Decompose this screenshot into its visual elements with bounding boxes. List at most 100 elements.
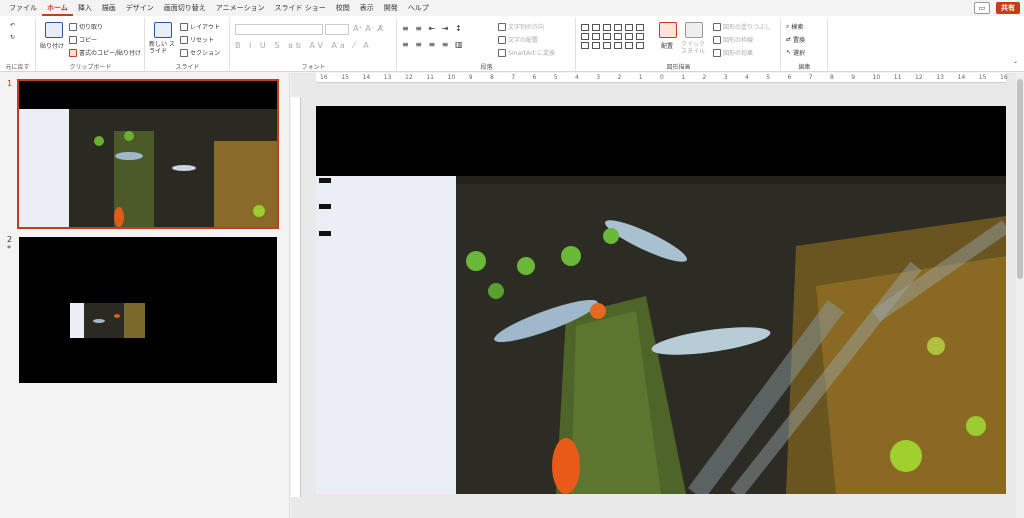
slide-thumbnail-2[interactable] — [19, 237, 277, 383]
paint-bucket-icon — [713, 22, 721, 31]
ruler-tick-label: 1 — [638, 74, 643, 81]
clipboard-group-label: クリップボード — [69, 64, 112, 71]
shape-item[interactable] — [625, 33, 633, 40]
undo-icon[interactable]: ↶ — [10, 22, 15, 29]
text-direction-button[interactable]: 文字列の方向 — [498, 22, 544, 31]
shape-item[interactable] — [625, 42, 633, 49]
ruler-tick-label: 4 — [575, 74, 579, 81]
copy-button[interactable]: コピー — [69, 35, 97, 44]
slide-star-marker: * — [7, 244, 11, 253]
menu-tab[interactable]: デザイン — [121, 0, 159, 16]
slide-thumbnail-1[interactable] — [17, 79, 279, 229]
grow-font-icon[interactable]: A⁺ A⁻ A̸ — [353, 24, 383, 33]
vertical-scrollbar[interactable] — [1016, 73, 1024, 518]
replace-button[interactable]: ⇄ 置換 — [786, 35, 805, 44]
collapse-ribbon-icon[interactable]: ⌄ — [1013, 58, 1018, 65]
shape-item[interactable] — [614, 42, 622, 49]
quick-styles-icon[interactable] — [685, 22, 703, 38]
menu-tab[interactable]: ヘルプ — [403, 0, 434, 16]
shape-item[interactable] — [636, 33, 644, 40]
slide-canvas[interactable] — [316, 106, 1006, 494]
shape-item[interactable] — [603, 33, 611, 40]
ruler-tick-label: 2 — [702, 74, 707, 81]
undo-group: ↶ ↻ 元に戻す — [0, 18, 36, 72]
slide-number: 2 — [7, 235, 13, 244]
shape-item[interactable] — [614, 24, 622, 31]
undo-group-label: 元に戻す — [5, 64, 30, 71]
shapes-gallery[interactable] — [581, 24, 645, 49]
menu-tab[interactable]: 描画 — [97, 0, 121, 16]
ruler-tick-label: 2 — [617, 74, 622, 81]
reset-icon — [180, 35, 188, 44]
font-group: A⁺ A⁻ A̸ B I U S ab AV Aa ⁄ A フォント — [231, 18, 397, 72]
paste-icon[interactable] — [45, 22, 63, 38]
shape-fill-button[interactable]: 図形の塗りつぶし — [713, 22, 771, 31]
shape-fill-label: 図形の塗りつぶし — [723, 24, 772, 31]
cut-button[interactable]: 切り取り — [69, 22, 103, 31]
font-style-buttons[interactable]: B I U S ab AV Aa ⁄ A — [235, 41, 372, 50]
menu-bar: ファイル ホーム 挿入 描画 デザイン 画面切り替え アニメーション スライド ショー 校閲 表示… — [0, 0, 1024, 16]
layout-label: レイアウト — [190, 24, 221, 31]
paste-button[interactable]: 貼り付け — [40, 41, 64, 50]
section-button[interactable]: セクション — [180, 48, 220, 57]
menu-tab[interactable]: 画面切り替え — [159, 0, 211, 16]
menu-tab[interactable]: アニメーション — [211, 0, 270, 16]
shape-item[interactable] — [581, 24, 589, 31]
shape-effects-button[interactable]: 図形の効果 — [713, 48, 753, 57]
new-slide-icon[interactable] — [154, 22, 172, 38]
shape-item[interactable] — [614, 33, 622, 40]
new-slide-button[interactable]: 新しい スライド — [149, 41, 177, 55]
pen-icon — [713, 35, 721, 44]
menu-tab[interactable]: 開発 — [379, 0, 403, 16]
shape-item[interactable] — [636, 24, 644, 31]
effects-icon — [713, 48, 721, 57]
comment-icon[interactable]: ▭ — [974, 2, 990, 14]
align-text-button[interactable]: 文字の配置 — [498, 35, 538, 44]
shape-item[interactable] — [592, 33, 600, 40]
aquarium-photo[interactable] — [316, 106, 1006, 494]
thumbnail-pane: 1 2 * — [0, 73, 290, 518]
arrange-button[interactable]: 配置 — [661, 41, 673, 50]
align-text-icon — [498, 35, 506, 44]
quick-styles-button[interactable]: クイック スタイル — [681, 41, 709, 55]
menu-tab[interactable]: ファイル — [4, 0, 42, 16]
redo-icon[interactable]: ↻ — [10, 34, 15, 41]
reset-button[interactable]: リセット — [180, 35, 214, 44]
scissors-icon — [69, 22, 77, 31]
shape-outline-button[interactable]: 図形の枠線 — [713, 35, 753, 44]
shape-item[interactable] — [592, 42, 600, 49]
menu-tab[interactable]: 挿入 — [73, 0, 97, 16]
ruler-tick-label: 11 — [426, 74, 434, 81]
smartart-label: SmartArt に変換 — [508, 50, 555, 57]
ruler-tick-label: 12 — [915, 74, 923, 81]
shape-item[interactable] — [592, 24, 600, 31]
smartart-button[interactable]: SmartArt に変換 — [498, 48, 555, 57]
menu-tab[interactable]: 校閲 — [331, 0, 355, 16]
shape-item[interactable] — [636, 42, 644, 49]
shape-item[interactable] — [603, 24, 611, 31]
aquarium-photo-small — [19, 237, 277, 383]
menu-tab[interactable]: ホーム — [42, 0, 73, 16]
select-button[interactable]: ↖ 選択 — [786, 48, 805, 57]
list-buttons[interactable]: ≡ ≡ ⇤ ⇥ ↕ — [402, 24, 464, 33]
arrange-icon[interactable] — [659, 22, 677, 38]
find-label: 検索 — [791, 24, 804, 31]
aquarium-photo-thumb — [19, 81, 277, 227]
menu-tab[interactable]: スライド ショー — [270, 0, 331, 16]
font-family-select[interactable] — [235, 24, 323, 35]
editing-group: ⌕ 検索 ⇄ 置換 ↖ 選択 編集 — [782, 18, 828, 72]
find-button[interactable]: ⌕ 検索 — [786, 22, 804, 32]
menu-tab[interactable]: 表示 — [355, 0, 379, 16]
align-buttons[interactable]: ≡ ≡ ≡ ≡ ▥ — [402, 40, 465, 49]
share-button[interactable]: 共有 — [996, 2, 1020, 14]
font-size-select[interactable] — [325, 24, 349, 35]
format-painter-button[interactable]: 書式のコピー/貼り付け — [69, 48, 141, 57]
shape-item[interactable] — [603, 42, 611, 49]
scrollbar-thumb[interactable] — [1017, 79, 1023, 279]
layout-icon — [180, 22, 188, 31]
layout-button[interactable]: レイアウト — [180, 22, 220, 31]
shape-item[interactable] — [581, 42, 589, 49]
shape-item[interactable] — [581, 33, 589, 40]
shape-item[interactable] — [625, 24, 633, 31]
cut-label: 切り取り — [79, 24, 104, 31]
